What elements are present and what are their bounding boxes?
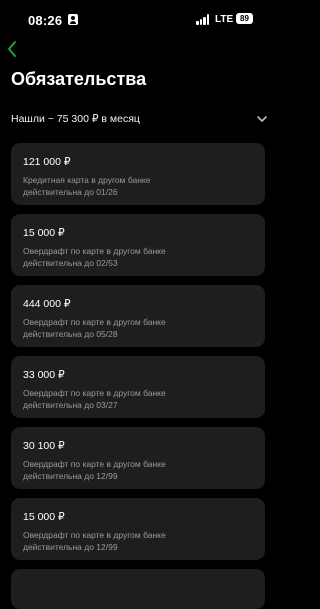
- status-bar: 08:26 LTE 89: [0, 0, 277, 40]
- monthly-summary-toggle[interactable]: Нашли ~ 75 300 ₽ в месяц: [11, 110, 268, 130]
- obligation-amount: 121 000 ₽: [23, 156, 71, 168]
- obligation-amount: 33 000 ₽: [23, 369, 65, 381]
- obligation-valid-until: действительна до 12/99: [23, 542, 118, 552]
- obligation-description: Овердрафт по карте в другом банке: [23, 317, 166, 327]
- obligation-valid-until: действительна до 01/26: [23, 187, 118, 197]
- signal-icon: [196, 14, 210, 25]
- obligation-amount: 444 000 ₽: [23, 298, 71, 310]
- obligation-description: Овердрафт по карте в другом банке: [23, 459, 166, 469]
- obligation-valid-until: действительна до 03/27: [23, 400, 118, 410]
- monthly-summary-text: Нашли ~ 75 300 ₽ в месяц: [11, 113, 140, 125]
- back-button[interactable]: [4, 38, 24, 60]
- status-time: 08:26: [28, 13, 63, 28]
- chevron-down-icon: [257, 116, 267, 122]
- network-label: LTE: [215, 14, 234, 25]
- obligation-description: Овердрафт по карте в другом банке: [23, 246, 166, 256]
- obligations-list: 121 000 ₽ Кредитная карта в другом банке…: [11, 143, 265, 609]
- obligation-valid-until: действительна до 05/28: [23, 329, 118, 339]
- chevron-left-icon: [8, 41, 16, 57]
- person-icon: [68, 14, 78, 25]
- obligation-card[interactable]: 444 000 ₽ Овердрафт по карте в другом ба…: [11, 285, 265, 347]
- obligation-valid-until: действительна до 02/53: [23, 258, 118, 268]
- obligation-description: Овердрафт по карте в другом банке: [23, 388, 166, 398]
- obligation-card-partial[interactable]: [11, 569, 265, 609]
- obligation-card[interactable]: 121 000 ₽ Кредитная карта в другом банке…: [11, 143, 265, 205]
- page-title: Обязательства: [11, 69, 147, 89]
- obligation-description: Кредитная карта в другом банке: [23, 175, 151, 185]
- obligation-amount: 30 100 ₽: [23, 440, 65, 452]
- obligation-amount: 15 000 ₽: [23, 227, 65, 239]
- battery-icon: 89: [236, 13, 253, 24]
- obligation-amount: 15 000 ₽: [23, 511, 65, 523]
- obligation-card[interactable]: 15 000 ₽ Овердрафт по карте в другом бан…: [11, 498, 265, 560]
- obligation-card[interactable]: 15 000 ₽ Овердрафт по карте в другом бан…: [11, 214, 265, 276]
- obligation-card[interactable]: 33 000 ₽ Овердрафт по карте в другом бан…: [11, 356, 265, 418]
- obligation-card[interactable]: 30 100 ₽ Овердрафт по карте в другом бан…: [11, 427, 265, 489]
- obligation-valid-until: действительна до 12/99: [23, 471, 118, 481]
- obligation-description: Овердрафт по карте в другом банке: [23, 530, 166, 540]
